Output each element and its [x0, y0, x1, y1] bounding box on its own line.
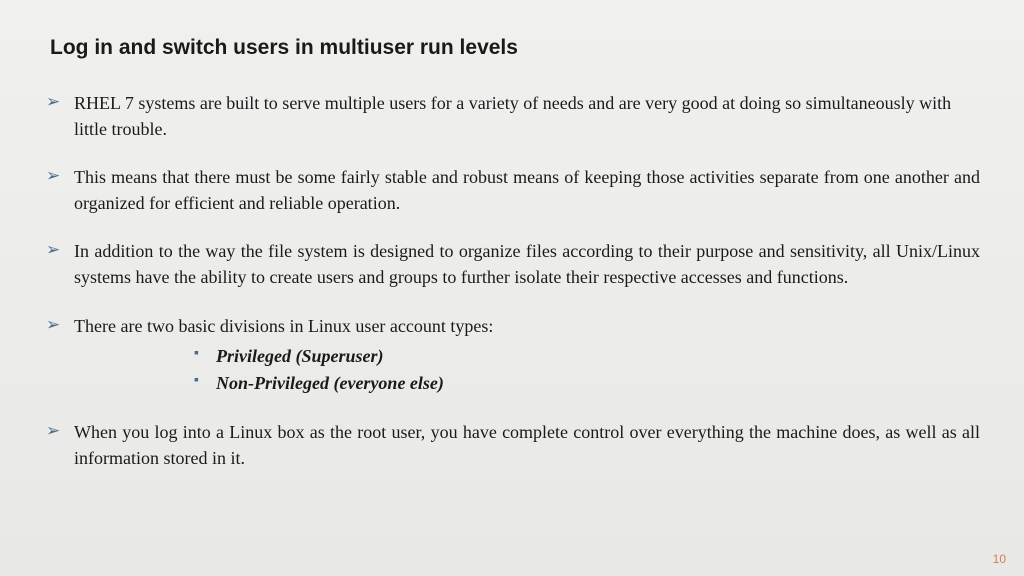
slide-title: Log in and switch users in multiuser run…: [50, 36, 980, 60]
bullet-text: When you log into a Linux box as the roo…: [74, 422, 980, 468]
bullet-item: This means that there must be some fairl…: [44, 164, 980, 216]
bullet-item: When you log into a Linux box as the roo…: [44, 419, 980, 471]
bullet-item: There are two basic divisions in Linux u…: [44, 313, 980, 397]
page-number: 10: [993, 552, 1006, 566]
sub-bullet-item: Privileged (Superuser): [194, 343, 980, 370]
main-bullet-list: RHEL 7 systems are built to serve multip…: [44, 90, 980, 471]
bullet-item: In addition to the way the file system i…: [44, 238, 980, 290]
bullet-text: RHEL 7 systems are built to serve multip…: [74, 93, 951, 139]
bullet-text: There are two basic divisions in Linux u…: [74, 316, 493, 336]
bullet-item: RHEL 7 systems are built to serve multip…: [44, 90, 980, 142]
sub-bullet-list: Privileged (Superuser) Non-Privileged (e…: [194, 343, 980, 397]
bullet-text: This means that there must be some fairl…: [74, 167, 980, 213]
bullet-text: In addition to the way the file system i…: [74, 241, 980, 287]
sub-bullet-item: Non-Privileged (everyone else): [194, 370, 980, 397]
slide-container: Log in and switch users in multiuser run…: [0, 0, 1024, 523]
